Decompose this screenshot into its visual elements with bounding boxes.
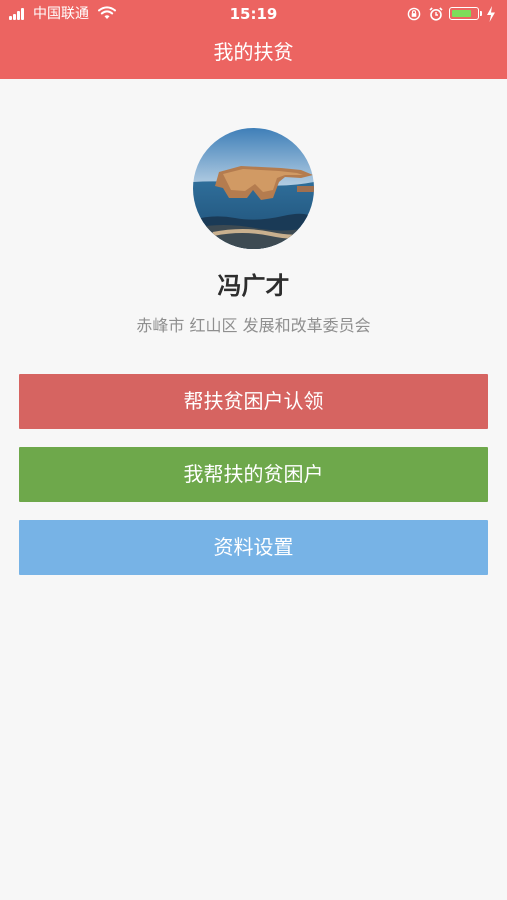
top-bar: 中国联通 15:19 我的扶贫: [0, 0, 507, 79]
status-icons: [407, 5, 499, 23]
avatar[interactable]: [193, 128, 314, 249]
page-title: 我的扶贫: [213, 40, 294, 64]
alarm-icon: [429, 7, 443, 21]
battery-fill: [452, 10, 471, 17]
user-name: 冯广才: [217, 272, 290, 300]
charging-bolt-icon: [487, 6, 495, 22]
my-supported-households-button[interactable]: 我帮扶的贫困户: [19, 447, 488, 502]
orientation-lock-icon: [407, 7, 421, 21]
avatar-photo: [193, 128, 314, 249]
battery-icon: [449, 7, 479, 20]
profile-settings-button[interactable]: 资料设置: [19, 520, 488, 575]
user-organization: 赤峰市 红山区 发展和改革委员会: [136, 316, 371, 335]
battery-cap: [480, 11, 482, 16]
claim-poor-household-button[interactable]: 帮扶贫困户认领: [19, 374, 488, 429]
status-bar: 中国联通 15:19: [0, 0, 507, 28]
